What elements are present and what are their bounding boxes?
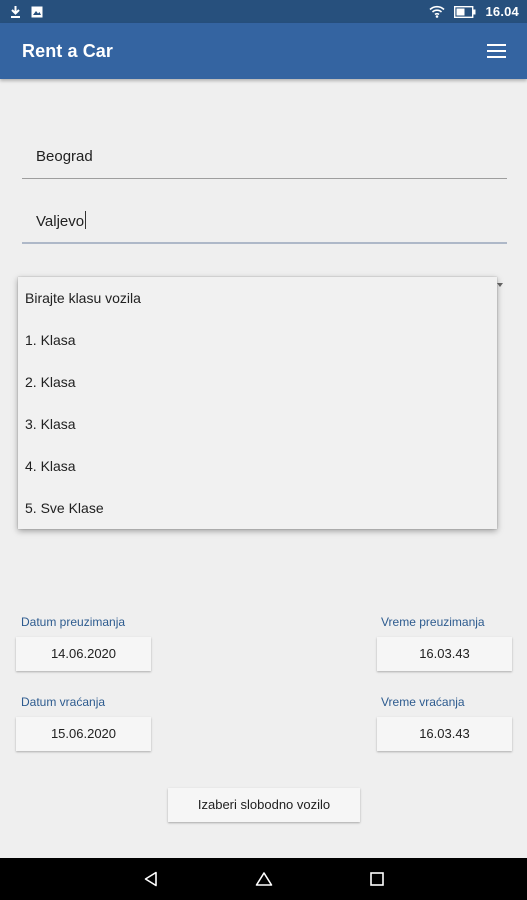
app-bar: Rent a Car <box>0 23 527 79</box>
pickup-location-field[interactable]: Beograd <box>22 143 507 179</box>
pickup-location-value: Beograd <box>36 148 93 165</box>
pickup-time-value: 16.03.43 <box>419 646 470 661</box>
text-cursor <box>85 211 87 229</box>
return-location-field[interactable]: Valjevo <box>22 208 507 244</box>
home-icon[interactable] <box>255 870 273 888</box>
return-time-label: Vreme vraćanja <box>381 695 465 709</box>
system-nav-bar <box>0 858 527 900</box>
dropdown-option-all-classes[interactable]: 5. Sve Klase <box>18 487 497 529</box>
dropdown-option-class-2[interactable]: 2. Klasa <box>18 361 497 403</box>
dropdown-option-class-3[interactable]: 3. Klasa <box>18 403 497 445</box>
dropdown-option-class-1[interactable]: 1. Klasa <box>18 319 497 361</box>
return-time-picker[interactable]: 16.03.43 <box>377 717 512 751</box>
wifi-icon <box>429 5 446 18</box>
status-system: 16.04 <box>429 4 519 19</box>
app-title: Rent a Car <box>22 40 114 61</box>
status-clock: 16.04 <box>485 4 519 19</box>
return-date-label: Datum vraćanja <box>21 695 106 709</box>
download-icon <box>10 5 21 18</box>
return-date-picker[interactable]: 15.06.2020 <box>16 717 151 751</box>
image-icon <box>31 6 43 18</box>
return-time-value: 16.03.43 <box>419 726 470 741</box>
status-notifications <box>10 5 43 18</box>
back-icon[interactable] <box>142 870 160 888</box>
dropdown-arrow-icon[interactable] <box>497 283 503 287</box>
recent-apps-icon[interactable] <box>368 870 386 888</box>
return-date-value: 15.06.2020 <box>50 726 117 741</box>
hamburger-menu-icon[interactable] <box>485 39 509 63</box>
return-location-value: Valjevo <box>36 213 85 230</box>
dropdown-option-placeholder[interactable]: Birajte klasu vozila <box>18 277 497 319</box>
vehicle-class-dropdown: Birajte klasu vozila 1. Klasa 2. Klasa 3… <box>18 277 497 529</box>
pickup-date-label: Datum preuzimanja <box>21 615 126 629</box>
choose-vehicle-button[interactable]: Izaberi slobodno vozilo <box>168 788 360 822</box>
pickup-date-value: 14.06.2020 <box>50 646 117 661</box>
pickup-date-picker[interactable]: 14.06.2020 <box>16 637 151 671</box>
battery-icon <box>454 5 476 18</box>
pickup-time-label: Vreme preuzimanja <box>381 615 485 629</box>
dropdown-option-class-4[interactable]: 4. Klasa <box>18 445 497 487</box>
status-bar: 16.04 <box>0 0 527 23</box>
pickup-time-picker[interactable]: 16.03.43 <box>377 637 512 671</box>
